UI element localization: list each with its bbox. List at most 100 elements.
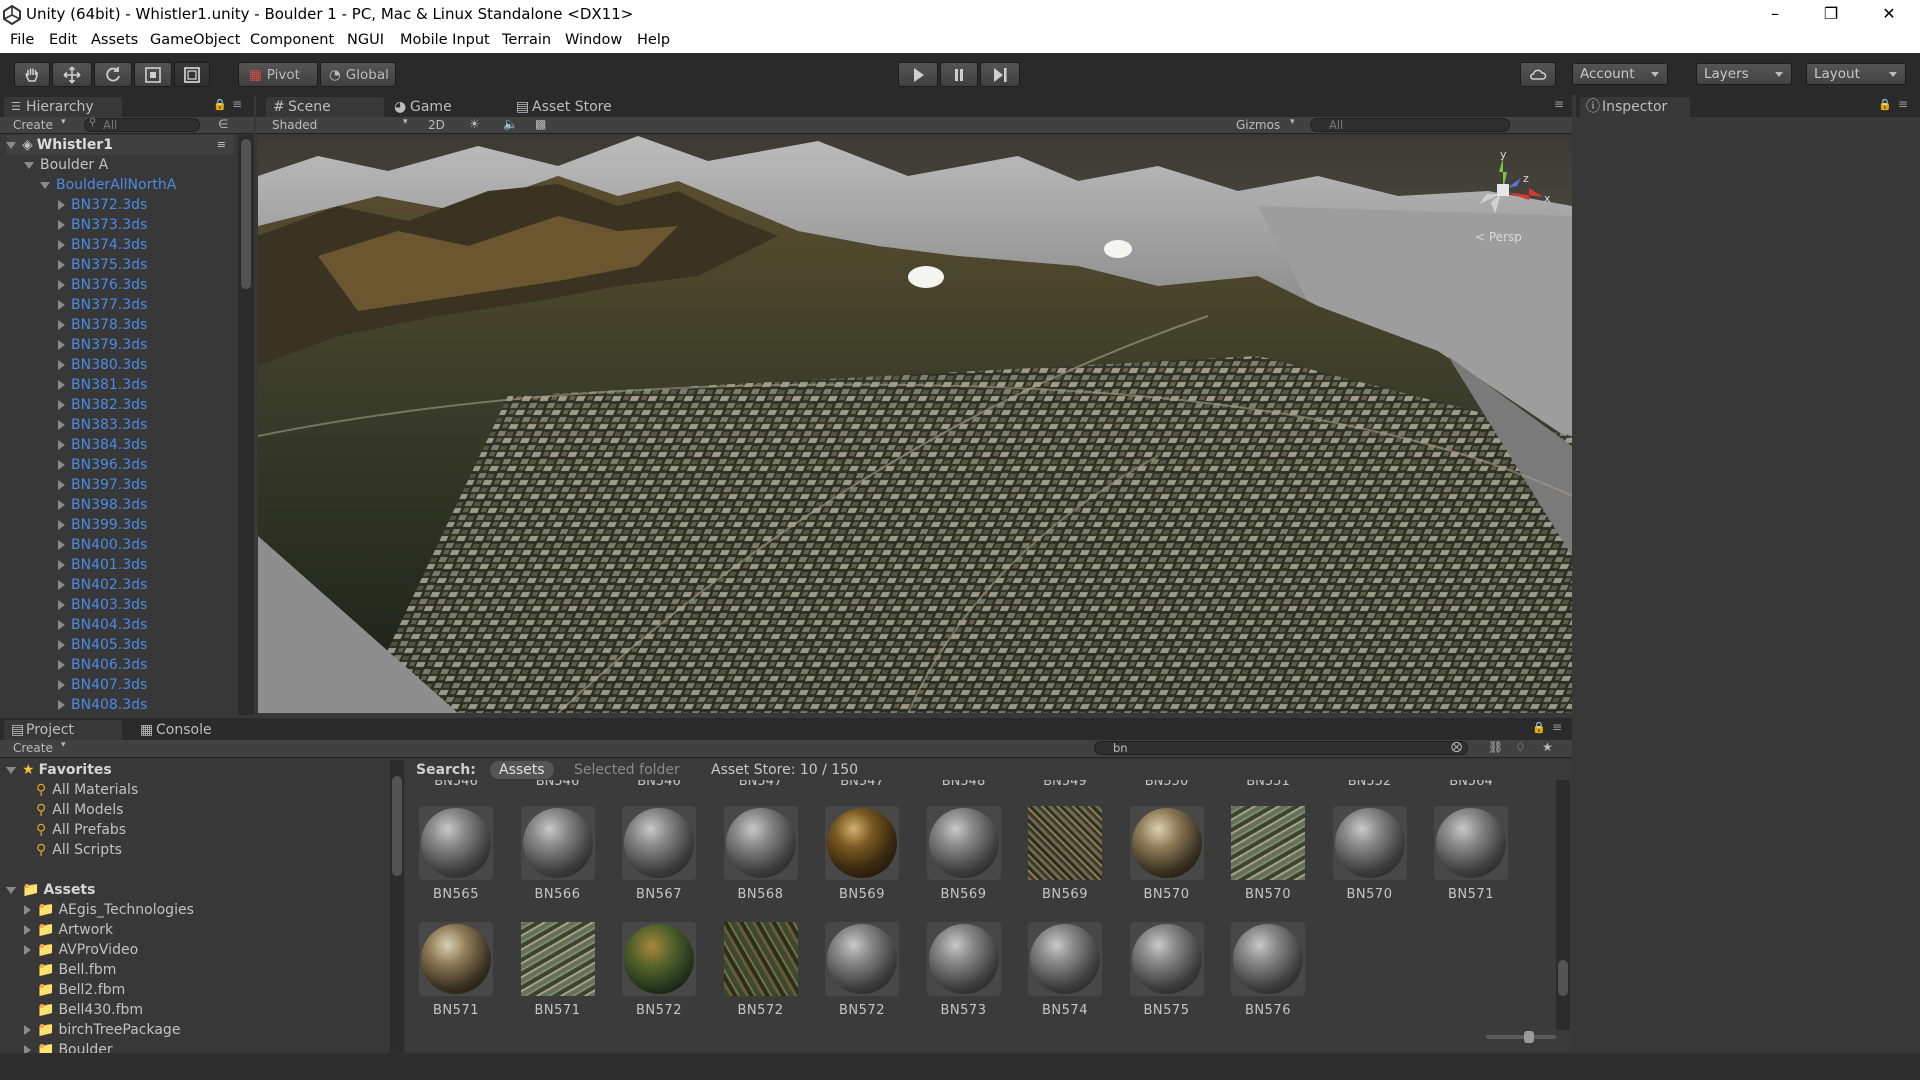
asset-folder-item[interactable]: 📁 Bell2.fbm xyxy=(24,980,125,1000)
scene-menu-icon[interactable]: ≡ xyxy=(217,135,226,155)
close-button[interactable]: ✕ xyxy=(1866,0,1912,30)
hierarchy-item[interactable]: BN373.3ds xyxy=(58,215,147,235)
hierarchy-item[interactable]: BN384.3ds xyxy=(58,435,147,455)
hierarchy-item[interactable]: BN378.3ds xyxy=(58,315,147,335)
hierarchy-item[interactable]: BN374.3ds xyxy=(58,235,147,255)
hierarchy-item[interactable]: BN405.3ds xyxy=(58,635,147,655)
hierarchy-item[interactable]: BN383.3ds xyxy=(58,415,147,435)
asset-label-partial[interactable]: BN564 xyxy=(1429,780,1513,789)
asset-tile[interactable]: BN570 xyxy=(1125,806,1209,910)
hierarchy-search-input[interactable]: All xyxy=(84,118,200,132)
hierarchy-item[interactable]: BN403.3ds xyxy=(58,595,147,615)
rotate-tool-button[interactable] xyxy=(94,62,132,87)
menu-edit[interactable]: Edit xyxy=(49,32,77,48)
panel-menu-icon[interactable]: ≡ xyxy=(232,97,242,111)
rect-tool-button[interactable] xyxy=(174,62,210,87)
perspective-label[interactable]: < Persp xyxy=(1475,230,1522,244)
asset-label-partial[interactable]: BN549 xyxy=(1023,780,1107,789)
scrollbar-thumb[interactable] xyxy=(241,139,251,289)
hierarchy-item[interactable]: BN377.3ds xyxy=(58,295,147,315)
global-toggle-button[interactable]: ◔ Global xyxy=(320,62,396,87)
asset-folder-item[interactable]: 📁 birchTreePackage xyxy=(24,1020,180,1040)
project-search-input[interactable]: bn xyxy=(1094,741,1468,755)
asset-tile[interactable]: BN571 xyxy=(1429,806,1513,910)
asset-label-partial[interactable]: BN550 xyxy=(1125,780,1209,789)
hierarchy-item[interactable]: BN376.3ds xyxy=(58,275,147,295)
hierarchy-item[interactable]: BN400.3ds xyxy=(58,535,147,555)
hierarchy-item[interactable]: BN380.3ds xyxy=(58,355,147,375)
asset-tile[interactable]: BN571 xyxy=(516,922,600,1026)
scope-assets-button[interactable]: Assets xyxy=(490,761,554,779)
tab-hierarchy[interactable]: ☰ Hierarchy xyxy=(4,97,122,117)
assets-root-row[interactable]: 📁 Assets xyxy=(6,880,95,900)
collab-button[interactable] xyxy=(1520,62,1556,87)
asset-tile[interactable]: BN569 xyxy=(922,806,1006,910)
asset-folder-item[interactable]: 📁 Boulder xyxy=(24,1040,113,1053)
asset-tile[interactable]: BN576 xyxy=(1226,922,1310,1026)
tree-row-boulderallnortha[interactable]: BoulderAllNorthA xyxy=(40,175,176,195)
tab-project[interactable]: ▤ Project xyxy=(4,720,122,740)
asset-tile[interactable]: BN565 xyxy=(414,806,498,910)
minimize-button[interactable]: – xyxy=(1752,0,1798,30)
panel-menu-icon[interactable]: ≡ xyxy=(1554,97,1564,111)
asset-tile[interactable]: BN575 xyxy=(1125,922,1209,1026)
hierarchy-item[interactable]: BN396.3ds xyxy=(58,455,147,475)
hierarchy-item[interactable]: BN402.3ds xyxy=(58,575,147,595)
hierarchy-item[interactable]: BN406.3ds xyxy=(58,655,147,675)
favorite-item[interactable]: ⚲ All Scripts xyxy=(36,840,122,860)
zoom-slider[interactable] xyxy=(1486,1031,1556,1043)
hand-tool-button[interactable] xyxy=(14,62,50,87)
asset-tile[interactable]: BN570 xyxy=(1328,806,1412,910)
asset-label-partial[interactable]: BN546 xyxy=(414,780,498,789)
lock-icon[interactable]: 🔒 xyxy=(1878,98,1892,111)
asset-tile[interactable]: BN574 xyxy=(1023,922,1107,1026)
play-button[interactable] xyxy=(898,62,938,87)
scene-root-row[interactable]: ◈ Whistler1 ≡ xyxy=(6,135,234,155)
asset-folder-item[interactable]: 📁 AEgis_Technologies xyxy=(24,900,194,920)
menu-file[interactable]: File xyxy=(10,32,34,48)
panel-menu-icon[interactable]: ≡ xyxy=(1898,97,1908,111)
menu-terrain[interactable]: Terrain xyxy=(502,32,551,48)
asset-tile[interactable]: BN573 xyxy=(922,922,1006,1026)
project-tree-scrollbar[interactable] xyxy=(390,760,404,1053)
asset-label-partial[interactable]: BN547 xyxy=(719,780,803,789)
lock-icon[interactable]: 🔒 xyxy=(1532,721,1546,734)
hierarchy-item[interactable]: BN379.3ds xyxy=(58,335,147,355)
asset-label-partial[interactable]: BN548 xyxy=(922,780,1006,789)
clear-search-icon[interactable]: ⨂ xyxy=(1451,740,1462,753)
menu-assets[interactable]: Assets xyxy=(91,32,138,48)
shading-mode-dropdown[interactable]: Shaded xyxy=(272,118,317,132)
filter-by-type-icon[interactable]: ⛓ xyxy=(1488,740,1503,754)
restore-button[interactable]: ❐ xyxy=(1808,0,1854,30)
asset-tile[interactable]: BN570 xyxy=(1226,806,1310,910)
layers-dropdown[interactable]: Layers xyxy=(1696,63,1792,85)
hierarchy-item[interactable]: BN382.3ds xyxy=(58,395,147,415)
asset-tile[interactable]: BN572 xyxy=(617,922,701,1026)
hierarchy-item[interactable]: BN399.3ds xyxy=(58,515,147,535)
asset-label-partial[interactable]: BN546 xyxy=(516,780,600,789)
hierarchy-item[interactable]: BN401.3ds xyxy=(58,555,147,575)
menu-window[interactable]: Window xyxy=(565,32,622,48)
asset-tile[interactable]: BN568 xyxy=(719,806,803,910)
scrollbar-thumb[interactable] xyxy=(1558,960,1568,996)
asset-label-partial[interactable]: BN552 xyxy=(1328,780,1412,789)
favorite-item[interactable]: ⚲ All Models xyxy=(36,800,123,820)
lighting-toggle-icon[interactable]: ☀ xyxy=(469,117,480,131)
asset-tile[interactable]: BN567 xyxy=(617,806,701,910)
scrollbar-thumb[interactable] xyxy=(392,776,402,876)
step-button[interactable] xyxy=(980,62,1020,87)
pivot-toggle-button[interactable]: ▦ Pivot xyxy=(238,62,318,87)
effects-toggle-icon[interactable]: ▩ xyxy=(535,117,546,131)
pause-button[interactable] xyxy=(940,62,978,87)
asset-folder-item[interactable]: 📁 Bell430.fbm xyxy=(24,1000,143,1020)
zoom-slider-handle[interactable] xyxy=(1524,1031,1534,1043)
toggle-2d-button[interactable]: 2D xyxy=(428,118,445,132)
menu-help[interactable]: Help xyxy=(637,32,670,48)
hierarchy-item[interactable]: BN375.3ds xyxy=(58,255,147,275)
asset-tile[interactable]: BN571 xyxy=(414,922,498,1026)
favorite-item[interactable]: ⚲ All Prefabs xyxy=(36,820,126,840)
orientation-gizmo[interactable]: y z x < Persp xyxy=(1473,148,1553,250)
scene-viewport[interactable]: y z x < Persp xyxy=(258,136,1572,713)
asset-folder-item[interactable]: 📁 Artwork xyxy=(24,920,113,940)
scene-filter-icon[interactable]: ∈ xyxy=(218,117,228,131)
